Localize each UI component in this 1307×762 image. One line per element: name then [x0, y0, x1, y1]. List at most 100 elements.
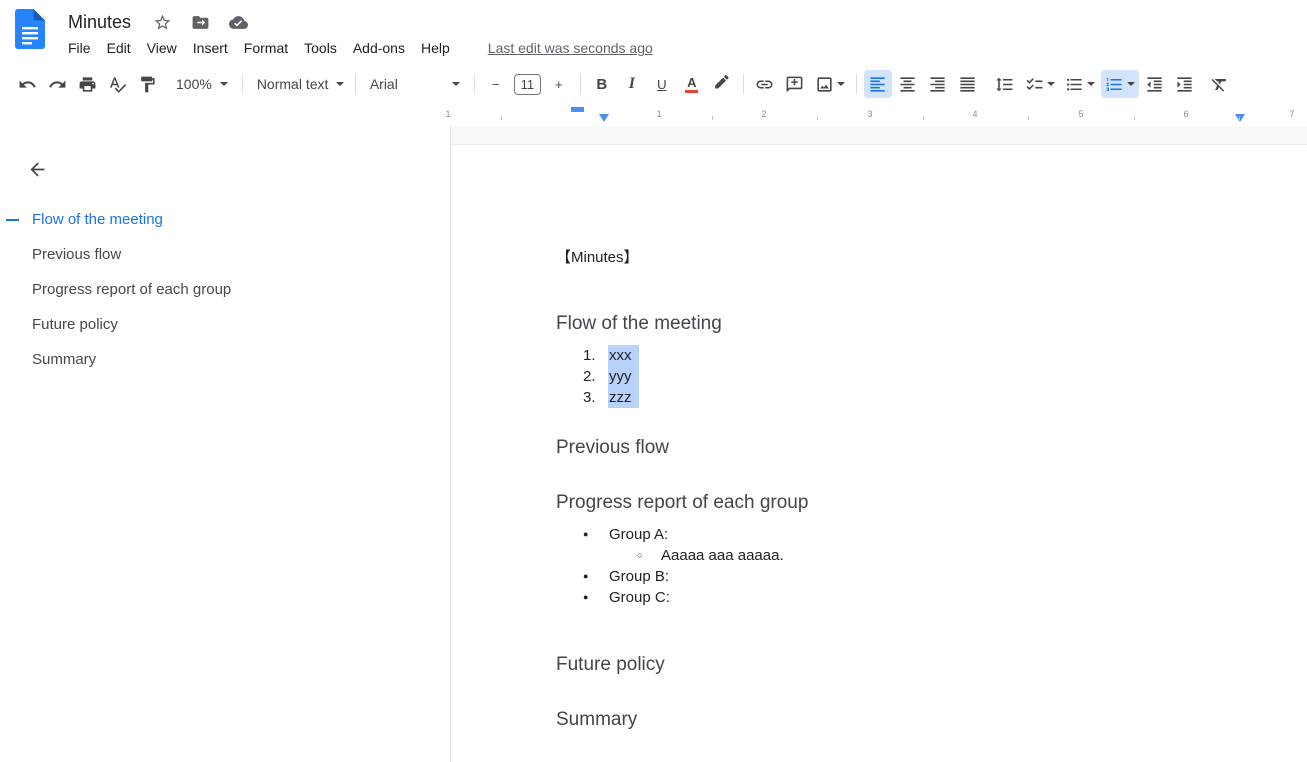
decrease-indent-button[interactable]	[1141, 70, 1169, 98]
zoom-select[interactable]: 100%	[168, 70, 236, 98]
doc-heading-summary[interactable]: Summary	[556, 708, 637, 731]
doc-heading-future-policy[interactable]: Future policy	[556, 653, 665, 676]
menu-edit[interactable]: Edit	[107, 40, 131, 56]
paint-format-button[interactable]	[133, 70, 161, 98]
undo-button[interactable]	[13, 70, 41, 98]
document-title[interactable]: Minutes	[68, 12, 131, 33]
ruler-number: 7	[1289, 109, 1294, 119]
document-page[interactable]: 【Minutes】 Flow of the meeting 1.xxx2.yyy3.…	[451, 144, 1307, 762]
ruler-tick	[1134, 116, 1135, 120]
document-status-button[interactable]	[229, 13, 248, 32]
menu-tools[interactable]: Tools	[304, 40, 337, 56]
align-right-button[interactable]	[924, 70, 952, 98]
move-to-folder-icon	[191, 13, 210, 32]
outline-list: Flow of the meetingPrevious flowProgress…	[0, 202, 450, 377]
doc-paragraph[interactable]: 【Minutes】	[556, 249, 639, 267]
docs-logo[interactable]	[15, 9, 45, 49]
insert-link-button[interactable]	[751, 70, 779, 98]
ruler-tick	[712, 116, 713, 120]
font-size-input[interactable]: 11	[514, 74, 541, 95]
checklist-button[interactable]	[1021, 70, 1059, 98]
horizontal-ruler: 11234567	[0, 106, 1307, 126]
menu-view[interactable]: View	[147, 40, 177, 56]
highlighter-icon	[712, 75, 731, 94]
list-number: 1.	[583, 345, 609, 366]
numbered-list-item[interactable]: 2.yyy	[556, 366, 639, 387]
cloud-saved-icon	[229, 13, 248, 32]
list-text[interactable]: Group A:	[609, 524, 668, 545]
menu-add-ons[interactable]: Add-ons	[353, 40, 405, 56]
font-select[interactable]: Arial	[362, 70, 468, 98]
numbered-list-item[interactable]: 1.xxx	[556, 345, 639, 366]
menu-help[interactable]: Help	[421, 40, 450, 56]
redo-icon	[48, 75, 67, 94]
redo-button[interactable]	[43, 70, 71, 98]
line-spacing-button[interactable]	[991, 70, 1019, 98]
star-button[interactable]	[153, 13, 172, 32]
bullet-list-item[interactable]: ●Group C:	[556, 587, 784, 608]
selected-text[interactable]: zzz	[608, 387, 639, 408]
outline-item-progress-report-of-each-group[interactable]: Progress report of each group	[0, 272, 450, 307]
highlight-color-button[interactable]	[708, 70, 736, 98]
font-value: Arial	[370, 76, 398, 92]
outline-item-summary[interactable]: Summary	[0, 342, 450, 377]
menu-file[interactable]: File	[68, 40, 91, 56]
outline-item-flow-of-the-meeting[interactable]: Flow of the meeting	[0, 202, 450, 237]
menu-items: File Edit View Insert Format Tools Add-ons Help	[68, 40, 466, 56]
increase-indent-button[interactable]	[1171, 70, 1199, 98]
paragraph-style-select[interactable]: Normal text	[249, 70, 349, 98]
selected-text[interactable]: xxx	[608, 345, 639, 366]
doc-heading-progress-report-of-each-group[interactable]: Progress report of each group	[556, 491, 808, 514]
text-color-button[interactable]: A	[678, 70, 706, 98]
bullet-list-item[interactable]: ●Group B:	[556, 566, 784, 587]
outline-item-future-policy[interactable]: Future policy	[0, 307, 450, 342]
align-left-button[interactable]	[864, 70, 892, 98]
google-docs-window: Minutes File Edit View Insert Format Tools Add…	[0, 0, 1307, 762]
toolbar-separator	[474, 74, 475, 94]
decrease-font-size-button[interactable]: −	[482, 70, 510, 98]
clear-formatting-button[interactable]	[1206, 70, 1234, 98]
left-indent-marker[interactable]	[599, 114, 609, 122]
bullet-icon: ●	[583, 566, 609, 587]
add-comment-icon	[785, 75, 804, 94]
menu-insert[interactable]: Insert	[193, 40, 228, 56]
numbered-list-button[interactable]	[1101, 70, 1139, 98]
list-text[interactable]: Aaaaa aaa aaaaa.	[661, 545, 784, 566]
toolbar-separator	[743, 74, 744, 94]
list-text[interactable]: Group B:	[609, 566, 669, 587]
menu-format[interactable]: Format	[244, 40, 288, 56]
first-line-indent-marker[interactable]	[571, 107, 584, 112]
print-button[interactable]	[73, 70, 101, 98]
underline-button[interactable]: U	[648, 70, 676, 98]
outline-item-previous-flow[interactable]: Previous flow	[0, 237, 450, 272]
close-outline-button[interactable]	[24, 156, 50, 182]
doc-heading-previous-flow[interactable]: Previous flow	[556, 436, 669, 459]
move-button[interactable]	[191, 13, 210, 32]
bullet-list-item[interactable]: ○Aaaaa aaa aaaaa.	[556, 545, 784, 566]
bulleted-list-button[interactable]	[1061, 70, 1099, 98]
toolbar: 100% Normal text Arial − 11 + B I U A	[0, 62, 1307, 106]
numbered-list-item[interactable]: 3.zzz	[556, 387, 639, 408]
list-text[interactable]: Group C:	[609, 587, 670, 608]
increase-indent-icon	[1175, 75, 1194, 94]
bullet-list-item[interactable]: ●Group A:	[556, 524, 784, 545]
toolbar-separator	[580, 74, 581, 94]
spelling-check-button[interactable]	[103, 70, 131, 98]
insert-image-button[interactable]	[811, 70, 849, 98]
numbered-list: 1.xxx2.yyy3.zzz	[556, 345, 639, 408]
ruler-tick	[923, 116, 924, 120]
add-comment-button[interactable]	[781, 70, 809, 98]
last-edit-link[interactable]: Last edit was seconds ago	[488, 40, 653, 56]
align-center-button[interactable]	[894, 70, 922, 98]
increase-font-size-button[interactable]: +	[545, 70, 573, 98]
justify-button[interactable]	[954, 70, 982, 98]
doc-heading-flow-of-the-meeting[interactable]: Flow of the meeting	[556, 312, 722, 335]
document-content: 【Minutes】 Flow of the meeting 1.xxx2.yyy3.…	[556, 249, 1247, 741]
italic-button[interactable]: I	[618, 70, 646, 98]
selected-text[interactable]: yyy	[608, 366, 639, 387]
bold-button[interactable]: B	[588, 70, 616, 98]
right-indent-marker[interactable]	[1235, 114, 1245, 122]
bullet-icon: ●	[583, 587, 609, 608]
paint-roller-icon	[138, 75, 157, 94]
page-area: 【Minutes】 Flow of the meeting 1.xxx2.yyy3.…	[450, 126, 1307, 762]
